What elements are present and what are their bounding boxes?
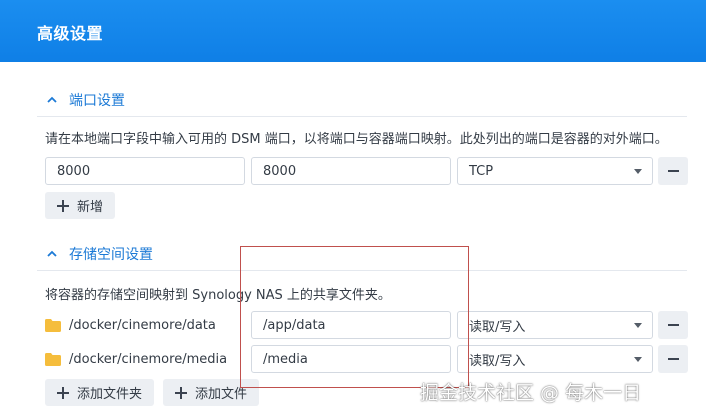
port-section-toggle[interactable]: 端口设置 <box>45 89 125 111</box>
protocol-value: TCP <box>469 163 494 179</box>
minus-icon <box>667 358 679 360</box>
caret-down-icon <box>634 357 642 362</box>
folder-icon <box>45 352 61 366</box>
plus-icon <box>175 386 187 399</box>
storage-section-title: 存储空间设置 <box>69 247 153 263</box>
permission-select[interactable]: 读取/写入 <box>457 311 653 339</box>
add-folder-label: 添加文件夹 <box>77 387 143 402</box>
storage-section-toggle[interactable]: 存储空间设置 <box>45 243 153 265</box>
remove-port-button[interactable] <box>658 157 688 185</box>
chevron-up-icon <box>45 247 59 261</box>
port-section-divider <box>37 116 687 117</box>
volume-row-folder: /docker/cinemore/media <box>45 345 227 373</box>
permission-select[interactable]: 读取/写入 <box>457 345 653 373</box>
permission-value: 读取/写入 <box>469 319 526 335</box>
remove-volume-button[interactable] <box>658 345 688 373</box>
minus-icon <box>667 170 679 172</box>
dialog-header: 高级设置 <box>0 0 706 62</box>
add-port-button[interactable]: 新增 <box>45 192 116 219</box>
local-port-input[interactable]: 8000 <box>45 157 245 185</box>
watermark: 掘金技术社区 @ 每木一日 <box>420 382 642 404</box>
volume-row-folder: /docker/cinemore/data <box>45 311 216 339</box>
folder-icon <box>45 318 61 332</box>
local-port-value: 8000 <box>57 163 91 179</box>
container-port-value: 8000 <box>263 163 297 179</box>
plus-icon <box>57 386 69 399</box>
port-section-title: 端口设置 <box>69 93 125 109</box>
plus-icon <box>57 199 69 212</box>
port-section-description: 请在本地端口字段中输入可用的 DSM 端口，以将端口与容器端口映射。此处列出的端… <box>45 132 668 147</box>
container-port-input[interactable]: 8000 <box>251 157 451 185</box>
dialog-title: 高级设置 <box>37 24 104 43</box>
protocol-select[interactable]: TCP <box>457 157 653 185</box>
add-folder-button[interactable]: 添加文件夹 <box>45 379 155 406</box>
add-port-label: 新增 <box>77 200 104 215</box>
caret-down-icon <box>634 323 642 328</box>
chevron-up-icon <box>45 93 59 107</box>
minus-icon <box>667 324 679 326</box>
caret-down-icon <box>634 169 642 174</box>
remove-volume-button[interactable] <box>658 311 688 339</box>
folder-path: /docker/cinemore/data <box>69 317 216 333</box>
annotation-highlight-box <box>240 246 469 388</box>
permission-value: 读取/写入 <box>469 353 526 369</box>
folder-path: /docker/cinemore/media <box>69 351 228 367</box>
